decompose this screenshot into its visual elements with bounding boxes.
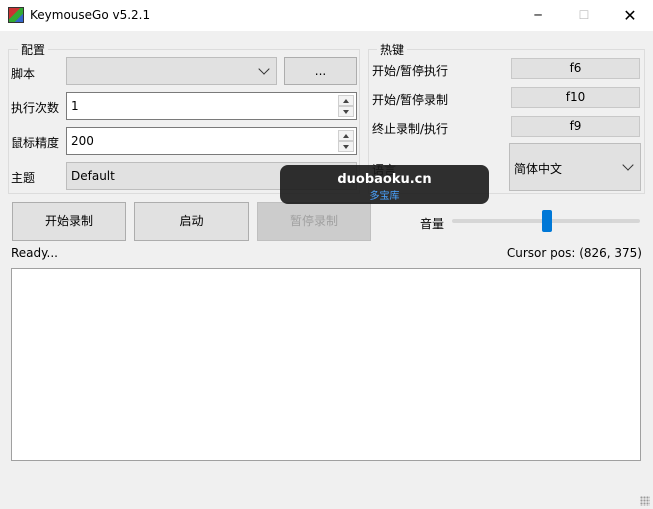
log-textarea[interactable] xyxy=(11,268,641,461)
config-group-title: 配置 xyxy=(18,41,49,58)
cursor-position: Cursor pos: (826, 375) xyxy=(506,246,642,260)
run-times-up-button[interactable] xyxy=(338,95,354,106)
mouse-precision-stepper[interactable]: 200 xyxy=(66,127,357,155)
theme-label: 主题 xyxy=(11,171,36,185)
watermark-main-text: duobaoku.cn xyxy=(337,172,432,187)
hotkey-label-start-record: 开始/暂停录制 xyxy=(372,93,449,107)
close-button[interactable]: ✕ xyxy=(607,0,653,31)
run-times-stepper[interactable]: 1 xyxy=(66,92,357,120)
browse-button[interactable]: ... xyxy=(284,57,357,85)
hotkey-group-title: 热键 xyxy=(377,41,408,58)
chevron-down-icon xyxy=(258,63,270,75)
arrow-down-icon xyxy=(343,145,349,149)
hotkey-label-stop: 终止录制/执行 xyxy=(372,122,449,136)
arrow-down-icon xyxy=(343,110,349,114)
chevron-down-icon xyxy=(622,159,634,171)
mouse-precision-down-button[interactable] xyxy=(338,141,354,152)
status-text: Ready... xyxy=(11,246,58,260)
arrow-up-icon xyxy=(343,134,349,138)
script-label: 脚本 xyxy=(11,67,36,81)
script-select[interactable] xyxy=(66,57,277,85)
pause-record-button[interactable]: 暂停录制 xyxy=(257,202,371,241)
hotkey-field-start-run[interactable]: f6 xyxy=(511,58,640,79)
watermark-sub-text: 多宝库 xyxy=(369,191,400,202)
hotkey-field-start-record[interactable]: f10 xyxy=(511,87,640,108)
volume-slider-thumb[interactable] xyxy=(542,210,552,232)
theme-select-value: Default xyxy=(71,169,115,183)
hotkey-field-stop[interactable]: f9 xyxy=(511,116,640,137)
start-record-button[interactable]: 开始录制 xyxy=(12,202,126,241)
volume-label: 音量 xyxy=(420,217,445,231)
arrow-up-icon xyxy=(343,99,349,103)
hotkey-label-start-run: 开始/暂停执行 xyxy=(372,64,449,78)
title-bar: KeymouseGo v5.2.1 ─ ☐ ✕ xyxy=(0,0,653,31)
run-times-label: 执行次数 xyxy=(11,101,60,115)
watermark-overlay: duobaoku.cn 多宝库 xyxy=(280,165,489,204)
window-title: KeymouseGo v5.2.1 xyxy=(30,8,151,22)
mouse-precision-up-button[interactable] xyxy=(338,130,354,141)
run-times-down-button[interactable] xyxy=(338,106,354,117)
minimize-button[interactable]: ─ xyxy=(515,0,561,31)
language-select-value: 简体中文 xyxy=(514,162,563,176)
run-times-value: 1 xyxy=(71,99,79,113)
language-select[interactable]: 简体中文 xyxy=(509,143,641,191)
app-icon xyxy=(8,7,24,23)
resize-grip[interactable] xyxy=(640,496,650,506)
mouse-precision-label: 鼠标精度 xyxy=(11,136,60,150)
launch-button[interactable]: 启动 xyxy=(134,202,249,241)
mouse-precision-value: 200 xyxy=(71,134,94,148)
maximize-button[interactable]: ☐ xyxy=(561,0,607,31)
